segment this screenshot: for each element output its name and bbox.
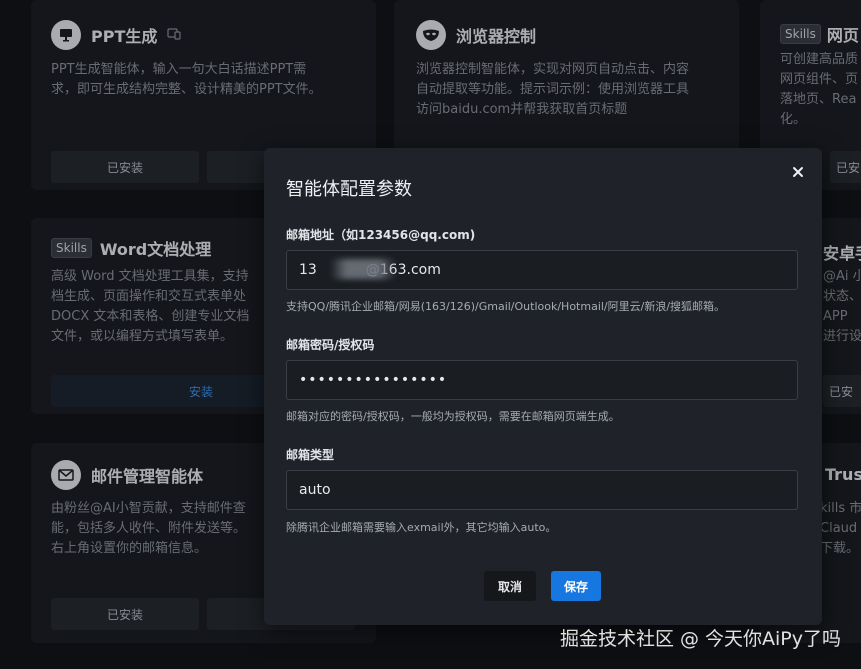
mail-type-field[interactable] — [286, 470, 798, 510]
cancel-button[interactable]: 取消 — [484, 571, 536, 601]
email-hint: 支持QQ/腾讯企业邮箱/网易(163/126)/Gmail/Outlook/Ho… — [286, 300, 726, 313]
app-page: PPT生成 PPT生成智能体，输入一句大白话描述PPT需 求，即可生成结构完整、… — [0, 0, 861, 669]
close-button[interactable] — [788, 162, 808, 182]
redaction-blur — [330, 259, 396, 279]
save-button[interactable]: 保存 — [551, 571, 601, 601]
password-label: 邮箱密码/授权码 — [286, 338, 375, 352]
dialog-title: 智能体配置参数 — [286, 179, 412, 200]
password-field[interactable] — [286, 360, 798, 400]
mail-type-label: 邮箱类型 — [286, 448, 335, 462]
mail-type-hint: 除腾讯企业邮箱需要输入exmail外，其它均输入auto。 — [286, 521, 557, 534]
agent-config-dialog: 智能体配置参数 邮箱地址（如123456@qq.com) 支持QQ/腾讯企业邮箱… — [264, 148, 822, 625]
email-label: 邮箱地址（如123456@qq.com) — [286, 228, 476, 242]
password-hint: 邮箱对应的密码/授权码，一般均为授权码，需要在邮箱网页端生成。 — [286, 410, 620, 423]
watermark-text: 掘金技术社区 @ 今天你AiPy了吗 — [559, 628, 841, 650]
close-icon — [793, 167, 803, 177]
